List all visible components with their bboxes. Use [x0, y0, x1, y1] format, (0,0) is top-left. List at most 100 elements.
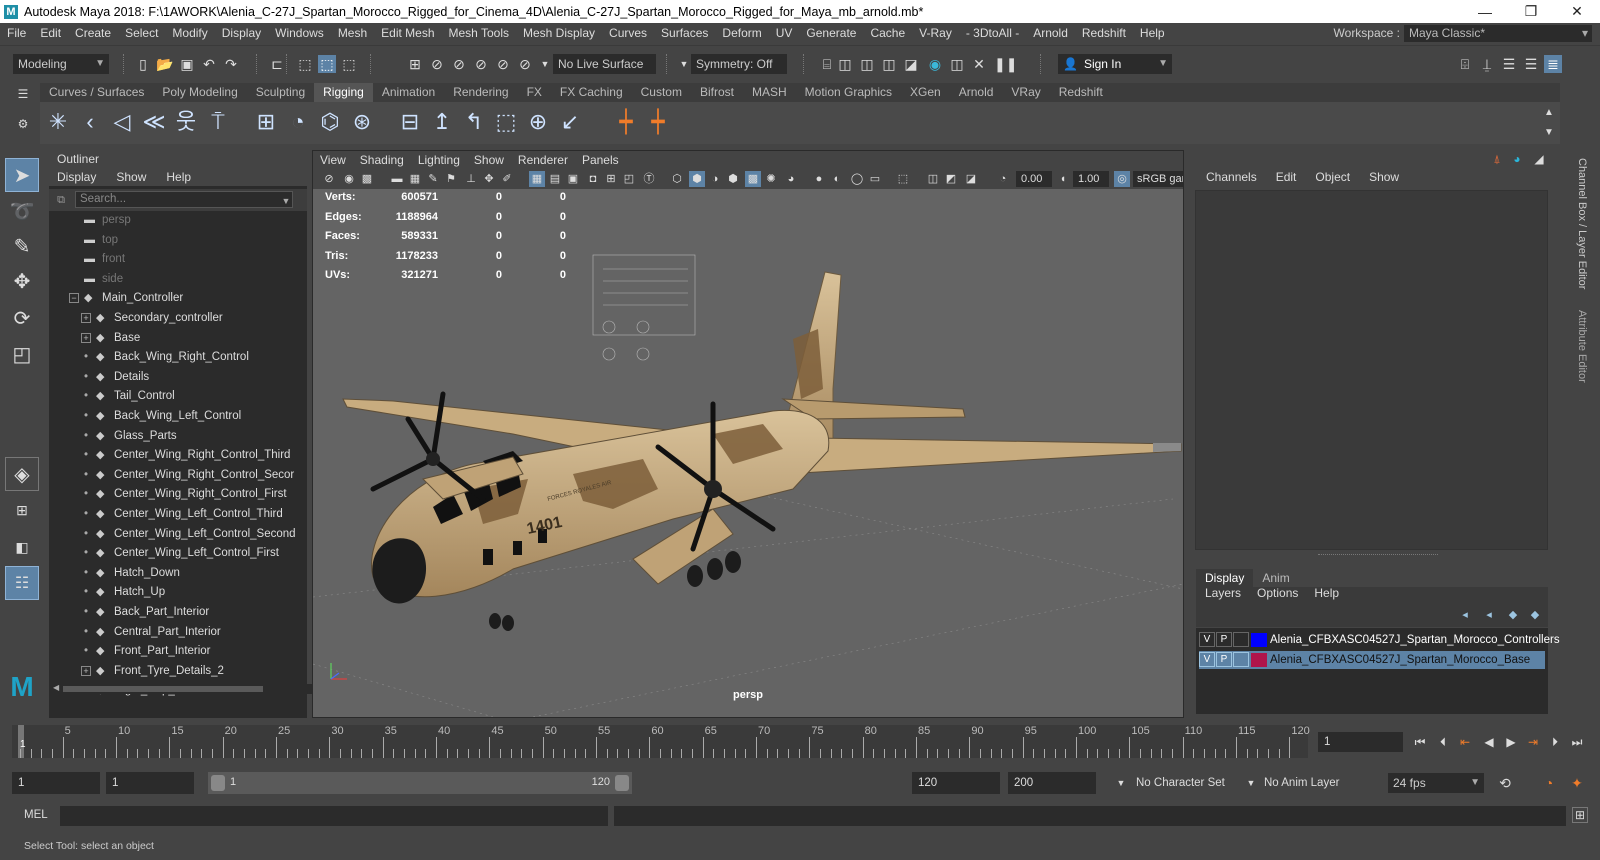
- attribute-editor-toggle-icon[interactable]: ☰: [1500, 55, 1518, 73]
- layer-color-swatch[interactable]: [1251, 632, 1267, 647]
- shelf-tab-xgen[interactable]: XGen: [901, 83, 950, 102]
- layer-menu-help[interactable]: Help: [1314, 586, 1339, 600]
- shelf-tab-mash[interactable]: MASH: [743, 83, 796, 102]
- camera-attributes-icon[interactable]: ▩: [359, 171, 375, 187]
- menu-set-dropdown[interactable]: Modeling ▼: [13, 54, 109, 74]
- anim-layer-dropdown[interactable]: No Anim Layer: [1258, 772, 1374, 794]
- menu-select[interactable]: Select: [118, 26, 165, 40]
- wireframe-icon[interactable]: ▦: [529, 171, 545, 187]
- playback-end-input[interactable]: 120: [912, 772, 1000, 794]
- animation-start-input[interactable]: 1: [12, 772, 100, 794]
- menu-display[interactable]: Display: [215, 26, 268, 40]
- chevron-down-icon[interactable]: ▼: [277, 192, 295, 210]
- outliner-item[interactable]: • ◆ Center_Wing_Right_Control_Third: [81, 445, 290, 465]
- render-frame-icon[interactable]: ◫: [836, 55, 854, 73]
- snap-live-icon[interactable]: ⊘: [516, 55, 534, 73]
- new-layer-icon[interactable]: ◆: [1504, 606, 1522, 624]
- outliner-item[interactable]: • ◆ Central_Part_Interior: [81, 622, 221, 642]
- range-slider-bar[interactable]: 1 120: [208, 772, 632, 794]
- live-surface-field[interactable]: No Live Surface: [553, 54, 656, 74]
- smooth-shade-icon[interactable]: ▤: [547, 171, 563, 187]
- animation-end-input[interactable]: 200: [1008, 772, 1096, 794]
- paint-select-tool-icon[interactable]: ✎: [5, 230, 39, 264]
- expand-icon[interactable]: +: [81, 332, 91, 343]
- arnold-render-icon[interactable]: ◉: [926, 55, 944, 73]
- menu-file[interactable]: File: [0, 26, 33, 40]
- current-frame-input[interactable]: 1: [1318, 732, 1403, 752]
- shelf-tab-redshift[interactable]: Redshift: [1050, 83, 1112, 102]
- default-material-icon[interactable]: ◘: [585, 171, 601, 187]
- shaded-cube-icon[interactable]: ⬢: [689, 171, 705, 187]
- chevron-down-icon[interactable]: ▼: [1112, 774, 1130, 792]
- isolate-select-icon[interactable]: ◯: [849, 171, 865, 187]
- outliner-menu-display[interactable]: Display: [57, 168, 96, 186]
- channel-menu-show[interactable]: Show: [1369, 170, 1399, 184]
- select-tool-icon[interactable]: ➤: [5, 158, 39, 192]
- redo-icon[interactable]: ↷: [222, 55, 240, 73]
- expand-icon[interactable]: +: [81, 665, 91, 676]
- gamma-input[interactable]: 1.00: [1073, 171, 1109, 187]
- channel-box-settings-icon[interactable]: ◕: [1508, 150, 1526, 168]
- outliner-item[interactable]: • ◆ Center_Wing_Left_Control_Second: [81, 524, 296, 544]
- layer-tab-display[interactable]: Display: [1196, 569, 1254, 587]
- outliner-item[interactable]: • ◆ Center_Wing_Right_Control_Secor: [81, 465, 294, 485]
- lock-camera-icon[interactable]: ◉: [341, 171, 357, 187]
- viewport-menu-renderer[interactable]: Renderer: [511, 151, 575, 169]
- cluster-icon[interactable]: ◔: [283, 107, 313, 137]
- viewport-panel[interactable]: View Shading Lighting Show Renderer Pane…: [312, 150, 1184, 718]
- channel-box-side-tab[interactable]: Channel Box / Layer Editor: [1576, 158, 1588, 289]
- shelf-tab-poly-modeling[interactable]: Poly Modeling: [153, 83, 246, 102]
- menu-redshift[interactable]: Redshift: [1075, 26, 1133, 40]
- depth-of-field-icon[interactable]: ◐: [829, 171, 845, 187]
- menu-mesh[interactable]: Mesh: [331, 26, 374, 40]
- shelf-tab-fx-caching[interactable]: FX Caching: [551, 83, 632, 102]
- layer-type-toggle[interactable]: [1233, 652, 1249, 668]
- layer-tab-anim[interactable]: Anim: [1253, 569, 1298, 587]
- shelf-tab-vray[interactable]: VRay: [1002, 83, 1049, 102]
- layer-color-swatch[interactable]: [1251, 652, 1267, 667]
- step-back-frame-icon[interactable]: ⏴: [1434, 733, 1452, 751]
- collapse-icon[interactable]: −: [69, 293, 79, 303]
- view-transform-dropdown[interactable]: sRGB gam: [1133, 171, 1183, 187]
- checker-icon[interactable]: ▩: [745, 171, 761, 187]
- step-back-key-icon[interactable]: ⇤: [1456, 733, 1474, 751]
- textured-icon[interactable]: Ⓣ: [641, 171, 657, 187]
- command-input[interactable]: [60, 806, 608, 826]
- auto-key-icon[interactable]: ◔: [1540, 774, 1558, 792]
- script-language-toggle[interactable]: MEL: [24, 809, 48, 821]
- symmetry-field[interactable]: Symmetry: Off: [691, 54, 787, 74]
- lights-icon[interactable]: ◑: [707, 171, 723, 187]
- snap-curve-icon[interactable]: ⊘: [428, 55, 446, 73]
- layer-row-selected[interactable]: V P Alenia_CFBXASC04527J_Spartan_Morocco_B…: [1199, 651, 1545, 669]
- go-to-end-icon[interactable]: ⏭: [1568, 733, 1586, 751]
- move-layer-up-icon[interactable]: ◂: [1456, 606, 1474, 624]
- outliner-camera-front[interactable]: ▬ front: [84, 249, 125, 269]
- viewport-menu-show[interactable]: Show: [467, 151, 511, 169]
- outliner-item[interactable]: • ◆ Glass_Parts: [81, 426, 177, 446]
- outliner-item[interactable]: • ◆ Center_Wing_Left_Control_Third: [81, 504, 283, 524]
- step-forward-key-icon[interactable]: ⇥: [1524, 733, 1542, 751]
- color-management-icon[interactable]: ◎: [1114, 171, 1130, 187]
- snap-point-icon[interactable]: ⊘: [450, 55, 468, 73]
- lasso-tool-icon[interactable]: ➰: [5, 195, 39, 229]
- range-start-handle[interactable]: [211, 775, 225, 791]
- outliner-item[interactable]: + ◆ Front_Tyre_Details_2: [81, 661, 224, 681]
- menu-cache[interactable]: Cache: [863, 26, 912, 40]
- quick-rig-icon[interactable]: ⍑: [203, 107, 233, 137]
- shelf-tab-rendering[interactable]: Rendering: [444, 83, 517, 102]
- tool-settings-toggle-icon[interactable]: ☰: [1522, 55, 1540, 73]
- hud-toggle-icon[interactable]: ▭: [867, 171, 883, 187]
- four-view-icon[interactable]: ⊞: [5, 493, 39, 527]
- image-plane-icon[interactable]: ▦: [407, 171, 423, 187]
- select-hud-icon[interactable]: ⬚: [895, 171, 911, 187]
- paint-weights-icon[interactable]: ⊟: [395, 107, 425, 137]
- select-by-component-icon[interactable]: ⬚: [318, 55, 336, 73]
- motion-blur-icon[interactable]: ◕: [783, 171, 799, 187]
- menu-mesh-display[interactable]: Mesh Display: [516, 26, 602, 40]
- animation-prefs-icon[interactable]: ✦: [1568, 774, 1586, 792]
- outliner-item[interactable]: • ◆ Front_Part_Interior: [81, 641, 211, 661]
- restore-button[interactable]: ❐: [1508, 3, 1554, 20]
- workspace-dropdown[interactable]: Maya Classic*: [1404, 24, 1592, 42]
- select-by-object-icon[interactable]: ⬚: [296, 55, 314, 73]
- exposure-icon[interactable]: ◔: [995, 171, 1011, 187]
